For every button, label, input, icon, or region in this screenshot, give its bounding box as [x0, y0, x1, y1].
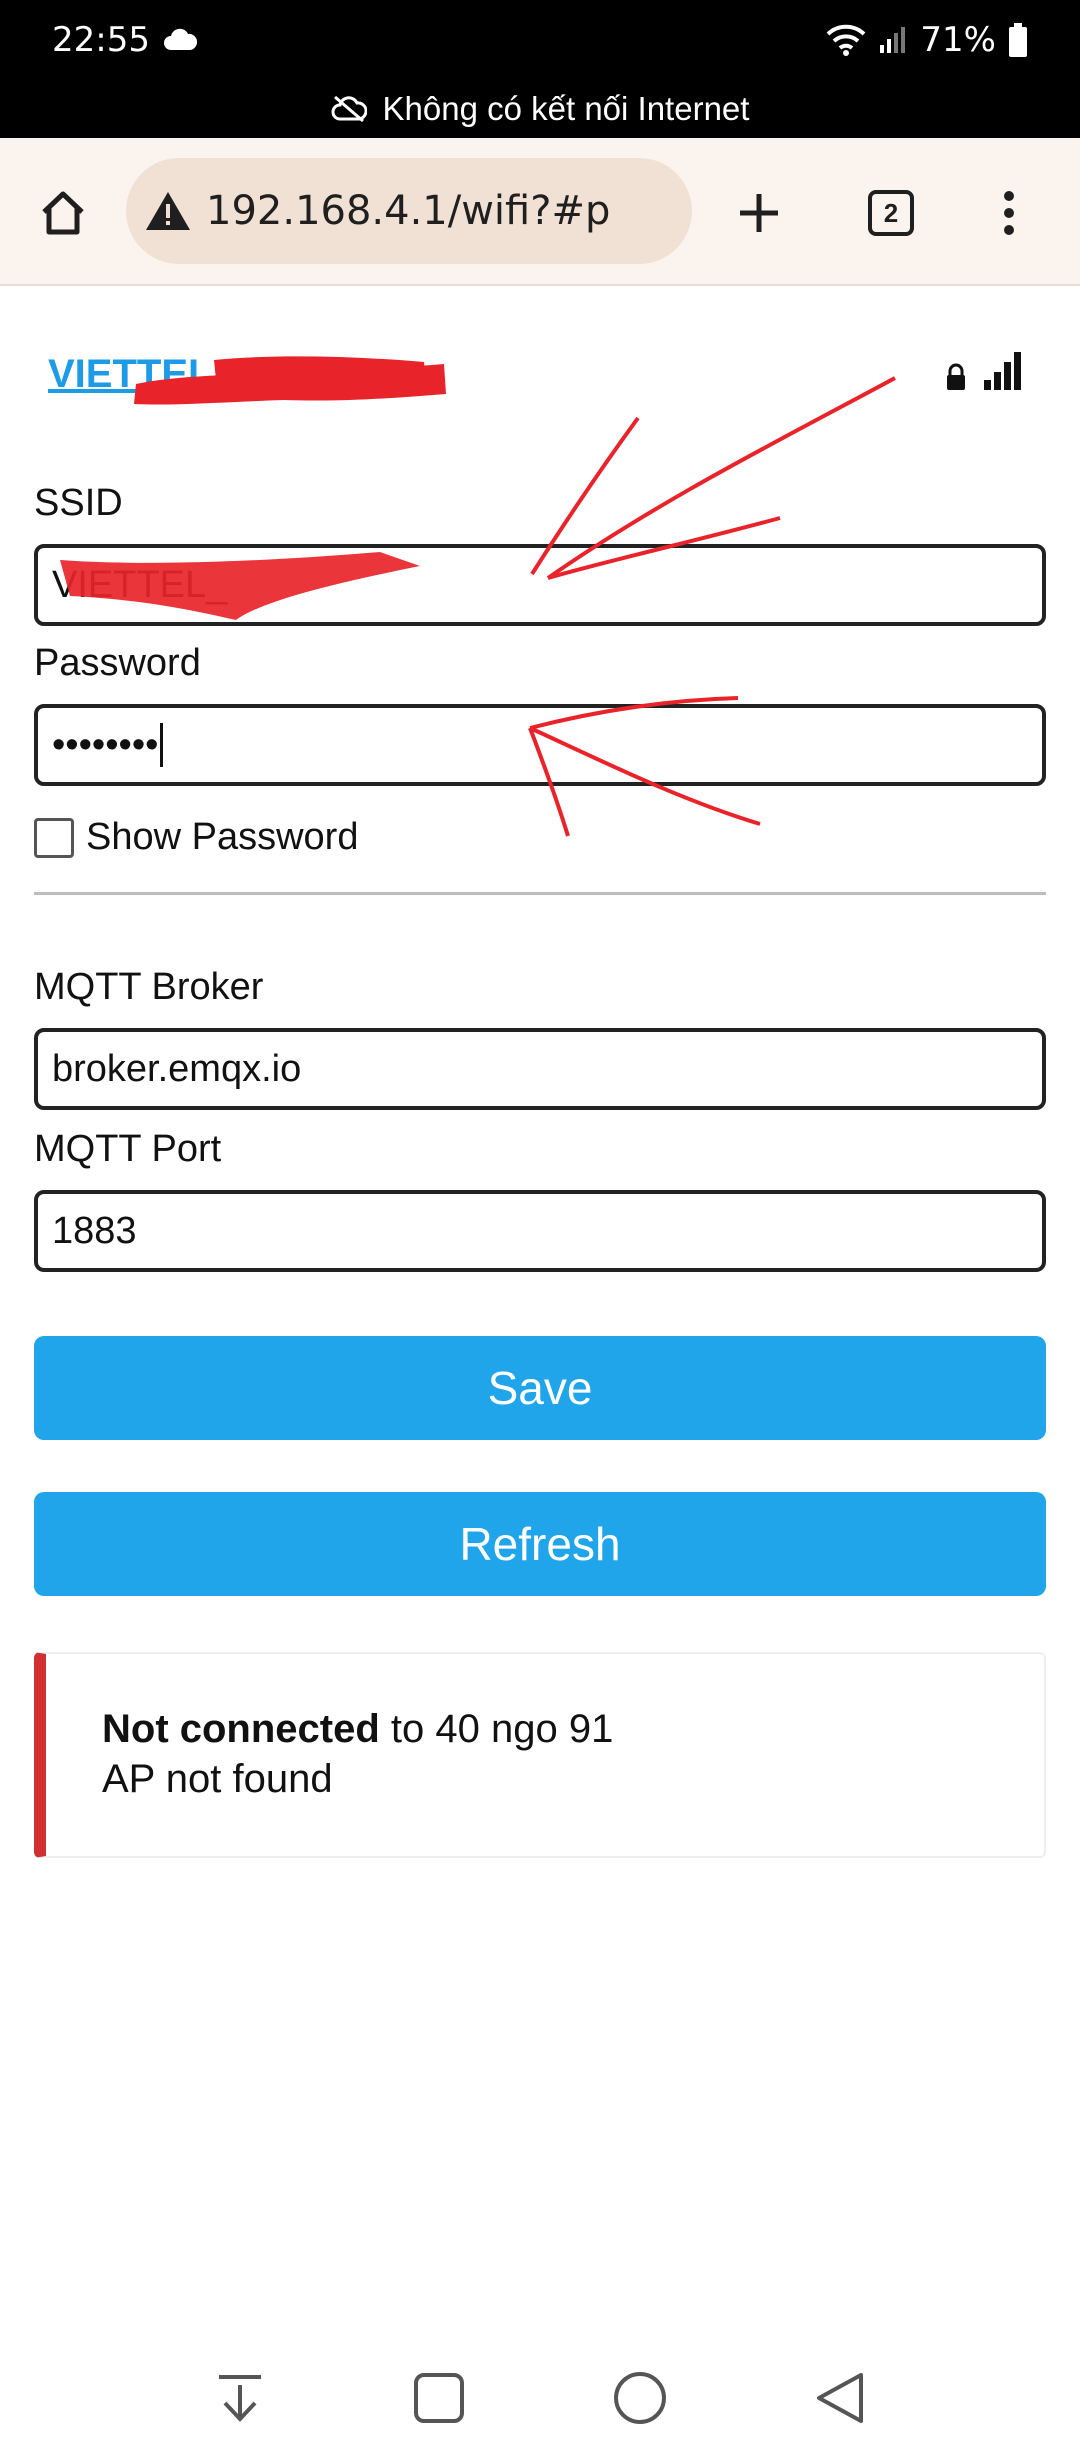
- status-bold: Not connected: [102, 1707, 380, 1751]
- save-button[interactable]: Save: [34, 1336, 1046, 1440]
- system-nav-bar: [0, 2336, 1080, 2460]
- connection-status-alert: Not connected to 40 ngo 91 AP not found: [34, 1652, 1046, 1858]
- ssid-field[interactable]: VIETTEL_: [34, 544, 1046, 626]
- more-vert-icon: [1004, 191, 1014, 235]
- battery-percent: 71%: [920, 20, 996, 60]
- mqtt-broker-value: broker.emqx.io: [52, 1047, 302, 1090]
- home-icon: [42, 191, 84, 235]
- show-password-checkbox[interactable]: [34, 817, 74, 858]
- status-line-2: AP not found: [102, 1757, 333, 1801]
- status-rest: to 40 ngo 91: [379, 1707, 614, 1751]
- divider: [34, 892, 1046, 895]
- mqtt-port-field[interactable]: 1883: [34, 1190, 1046, 1272]
- home-button[interactable]: [28, 178, 98, 248]
- lock-icon: [947, 363, 965, 390]
- plus-icon: [740, 194, 778, 232]
- text-cursor: [160, 723, 164, 767]
- recents-icon[interactable]: [412, 2371, 466, 2425]
- password-value: ••••••••: [52, 723, 159, 766]
- mqtt-broker-label: MQTT Broker: [34, 966, 264, 1008]
- tab-switcher-button[interactable]: 2: [856, 178, 926, 248]
- menu-button[interactable]: [984, 178, 1034, 248]
- mqtt-port-value: 1883: [52, 1209, 137, 1252]
- network-row[interactable]: VIETTEL_: [34, 346, 1046, 406]
- offline-banner: Không có kết nối Internet: [0, 80, 1080, 138]
- show-password-row[interactable]: Show Password: [34, 816, 358, 859]
- network-status-icons: [944, 350, 1024, 392]
- home-nav-icon[interactable]: [612, 2370, 668, 2426]
- password-field[interactable]: ••••••••: [34, 704, 1046, 786]
- signal-strength-icon: [984, 352, 1021, 390]
- wifi-icon: [827, 24, 866, 56]
- tab-count: 2: [868, 190, 914, 236]
- offline-banner-text: Không có kết nối Internet: [382, 90, 750, 127]
- cloud-off-icon: [331, 95, 367, 123]
- signal-icon: [880, 27, 906, 53]
- status-bar: 22:55 71%: [0, 0, 1080, 80]
- refresh-button[interactable]: Refresh: [34, 1492, 1046, 1596]
- new-tab-button[interactable]: [724, 178, 794, 248]
- url-bar[interactable]: 192.168.4.1/wifi?#p: [126, 158, 692, 264]
- download-icon[interactable]: [213, 2371, 267, 2425]
- status-line-1: Not connected to 40 ngo 91: [102, 1704, 1044, 1754]
- show-password-label[interactable]: Show Password: [86, 816, 358, 859]
- cloud-icon: [163, 28, 198, 50]
- ssid-label: SSID: [34, 482, 123, 524]
- mqtt-port-label: MQTT Port: [34, 1128, 222, 1170]
- clock: 22:55: [52, 20, 150, 60]
- redaction-scribble: [134, 356, 446, 405]
- password-label: Password: [34, 642, 201, 684]
- ssid-value: VIETTEL_: [52, 563, 228, 606]
- browser-toolbar: 192.168.4.1/wifi?#p 2: [0, 138, 1080, 286]
- back-icon[interactable]: [813, 2371, 867, 2425]
- url-text[interactable]: 192.168.4.1/wifi?#p: [206, 188, 610, 234]
- warning-icon[interactable]: [144, 189, 192, 233]
- battery-icon: [1009, 23, 1027, 57]
- mqtt-broker-field[interactable]: broker.emqx.io: [34, 1028, 1046, 1110]
